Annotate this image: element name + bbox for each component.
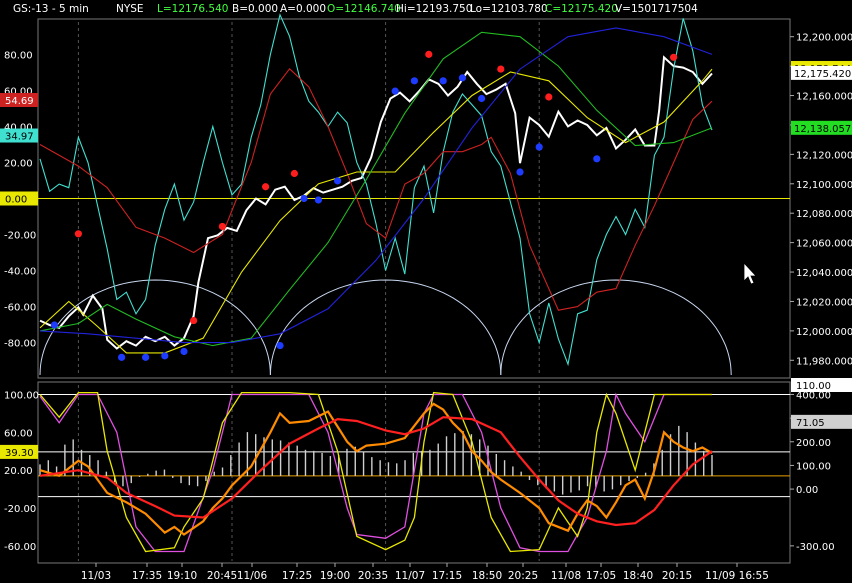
- x-tick-label: 20:15: [662, 570, 692, 582]
- signal-dot-red: [670, 53, 678, 61]
- signal-dot-blue: [314, 196, 322, 204]
- signal-dot-blue: [478, 94, 486, 103]
- signal-dot-red: [545, 93, 553, 101]
- x-tick-label: 20:45: [207, 570, 237, 582]
- chart-canvas: GS:-13 - 5 min NYSE L=12176.540 B=0.000 …: [0, 3, 852, 582]
- header-low: Lo=12103.780: [470, 3, 548, 15]
- header-close: C=12175.420: [545, 3, 618, 15]
- osc-right-tick-label: -300.00: [796, 542, 835, 553]
- x-tick-label: 11/08: [551, 570, 581, 582]
- signal-dot-blue: [593, 155, 601, 163]
- header-exchange: NYSE: [116, 3, 144, 15]
- signal-dot-blue: [391, 87, 399, 95]
- x-tick-label: 20:25: [508, 570, 538, 582]
- price-right-tick-label: 11,980.000: [796, 356, 852, 367]
- price-right-tick-label: 12,020.000: [796, 297, 852, 308]
- osc-right-tick-label: 100.00: [796, 461, 831, 472]
- signal-dot-red: [190, 316, 198, 325]
- price-left-tick-label: 80.00: [4, 50, 33, 61]
- x-tick-label: 17:05: [586, 570, 616, 582]
- osc-left-tick-label: -20.00: [4, 504, 36, 515]
- price-left-tick-label: -20.00: [4, 231, 36, 242]
- signal-dot-blue: [535, 143, 543, 151]
- header-last: L=12176.540: [157, 3, 228, 15]
- x-tick-label: 17:15: [432, 570, 462, 582]
- signal-dot-blue: [410, 77, 418, 85]
- x-tick-label: 18:50: [472, 570, 502, 582]
- osc-left-tick-label: 100.00: [4, 390, 39, 401]
- left-value-badge-label: 34.97: [5, 132, 34, 143]
- signal-dot-blue: [180, 347, 188, 356]
- signal-dot-blue: [439, 77, 447, 85]
- osc-right-tick-label: 200.00: [796, 438, 831, 449]
- osc-right-tick-label: 400.00: [796, 390, 831, 401]
- signal-dot-blue: [276, 341, 284, 350]
- right-value-badge-label: 12,138.057: [794, 124, 851, 135]
- right-value-badge-label: 12,175.420: [794, 69, 851, 80]
- osc-right-badge-label: 110.00: [796, 381, 831, 392]
- price-right-tick-label: 12,100.000: [796, 180, 852, 191]
- price-right-tick-label: 12,060.000: [796, 239, 852, 250]
- header-volume: V=1501717504: [615, 3, 698, 15]
- signal-dot-red: [218, 222, 226, 231]
- signal-dot-blue: [118, 353, 126, 361]
- osc-right-badge-label: 71.05: [796, 418, 825, 429]
- signal-dot-blue: [458, 74, 466, 82]
- signal-dot-red: [497, 65, 505, 73]
- osc-left-tick-label: 60.00: [4, 428, 33, 439]
- x-tick-label: 11/06: [237, 570, 268, 582]
- signal-dot-blue: [161, 352, 169, 360]
- osc-left-tick-label: 20.00: [4, 466, 33, 477]
- price-right-tick-label: 12,040.000: [796, 268, 852, 279]
- x-tick-label: 11/09 16:55: [705, 570, 769, 582]
- signal-dot-red: [262, 183, 270, 191]
- price-left-tick-label: -80.00: [4, 339, 36, 350]
- price-right-tick-label: 12,200.000: [796, 33, 852, 44]
- header-bid: B=0.000: [232, 3, 278, 15]
- signal-dot-blue: [50, 321, 59, 329]
- x-tick-label: 19:10: [167, 570, 197, 582]
- signal-dot-red: [74, 230, 82, 238]
- x-tick-label: 20:35: [358, 570, 388, 582]
- signal-dot-red: [290, 169, 298, 178]
- x-tick-label: 17:35: [132, 570, 162, 582]
- osc-right-tick-label: 0.00: [796, 485, 818, 496]
- osc-left-badge-label: 39.30: [5, 448, 34, 459]
- price-right-tick-label: 12,080.000: [796, 209, 852, 220]
- price-left-tick-label: 20.00: [4, 158, 33, 169]
- x-tick-label: 18:40: [623, 570, 653, 582]
- x-tick-label: 11/03: [81, 570, 111, 582]
- signal-dot-blue: [334, 177, 342, 185]
- x-tick-label: 17:25: [282, 570, 312, 582]
- price-right-tick-label: 12,000.000: [796, 327, 852, 338]
- left-value-badge-label: 54.69: [5, 96, 34, 107]
- price-left-tick-label: -60.00: [4, 303, 36, 314]
- header-open: O=12146.740: [327, 3, 401, 15]
- signal-dot-blue: [516, 168, 524, 176]
- header-symbol: GS:-13 - 5 min: [13, 3, 89, 15]
- left-value-badge-label: 0.00: [5, 195, 27, 206]
- x-tick-label: 11/07: [395, 570, 425, 582]
- header-high: Hi=12193.750: [396, 3, 472, 15]
- signal-dot-blue: [300, 194, 308, 203]
- price-right-tick-label: 12,160.000: [796, 92, 852, 103]
- x-tick-label: 19:00: [320, 570, 350, 582]
- header-ask: A=0.000: [280, 3, 326, 15]
- signal-dot-red: [425, 50, 433, 58]
- osc-left-tick-label: -60.00: [4, 542, 36, 553]
- price-right-tick-label: 12,120.000: [796, 150, 852, 161]
- signal-dot-blue: [142, 353, 150, 361]
- price-left-tick-label: -40.00: [4, 267, 36, 278]
